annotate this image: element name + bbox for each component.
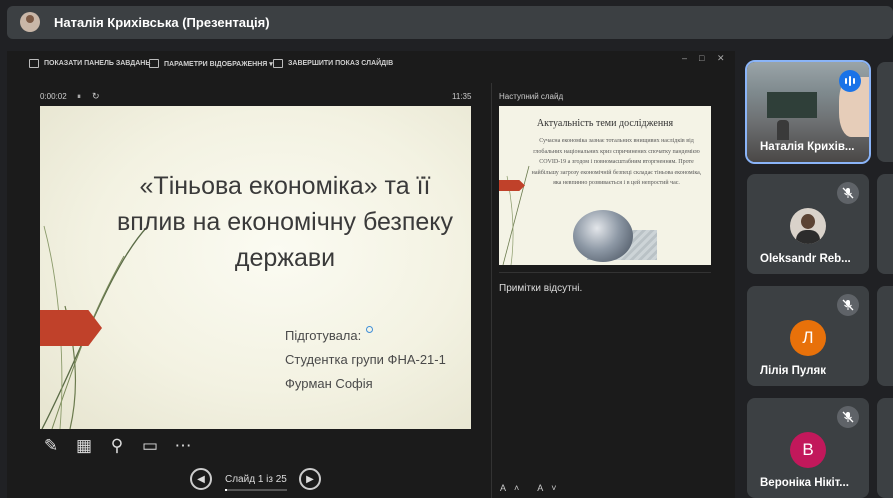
presentation-title: Наталія Крихівська (Презентація) — [54, 15, 270, 30]
slide-subtitle: Підготувала: Студентка групи ФНА-21-1 Фу… — [285, 324, 446, 396]
next-slide-title: Актуальність теми дослідження — [536, 118, 674, 129]
window-maximize-button[interactable]: □ — [699, 53, 704, 63]
presenter-toolbar: ПОКАЗАТИ ПАНЕЛЬ ЗАВДАНЬ ПАРАМЕТРИ ВІДОБР… — [7, 51, 735, 77]
display-icon — [149, 59, 159, 68]
participant-name: Вероніка Нікіт... — [760, 477, 849, 489]
participant-name: Лілія Пуляк — [760, 365, 826, 377]
end-slideshow-button[interactable]: ЗАВЕРШИТИ ПОКАЗ СЛАЙДІВ — [273, 59, 393, 68]
participant-tile-partial[interactable] — [877, 286, 893, 386]
window-close-button[interactable]: ✕ — [717, 53, 725, 64]
end-slideshow-label: ЗАВЕРШИТИ ПОКАЗ СЛАЙДІВ — [288, 60, 394, 67]
elapsed-timer: 0:00:02 — [40, 92, 67, 101]
participant-avatar-photo — [790, 208, 826, 244]
slides-grid-icon[interactable]: ▦ — [73, 435, 95, 457]
mic-off-icon — [837, 406, 859, 428]
display-settings-button[interactable]: ПАРАМЕТРИ ВІДОБРАЖЕННЯ ▾ — [149, 59, 273, 68]
notes-divider — [499, 272, 711, 273]
mic-off-icon — [837, 294, 859, 316]
slide-counter[interactable]: Слайд 1 із 25 — [225, 474, 287, 485]
restart-timer-button[interactable]: ↻ — [92, 91, 100, 102]
video-person — [777, 120, 789, 140]
speaker-notes: Примітки відсутні. — [499, 283, 583, 294]
mic-off-glyph — [842, 299, 854, 311]
current-slide[interactable]: «Тіньова економіка» та її вплив на еконо… — [40, 106, 471, 429]
taskbar-icon — [29, 59, 39, 68]
participant-name: Oleksandr Reb... — [760, 253, 851, 265]
presenter-view: ПОКАЗАТИ ПАНЕЛЬ ЗАВДАНЬ ПАРАМЕТРИ ВІДОБР… — [7, 51, 735, 498]
participant-tile-partial[interactable] — [877, 398, 893, 498]
slide-progress-fill — [225, 489, 228, 491]
participant-tile[interactable]: В Вероніка Нікіт... — [747, 398, 869, 498]
video-board — [767, 92, 817, 118]
participant-avatar: Л — [790, 320, 826, 356]
presenter-tools: ✎ ▦ ⚲ ▭ ⋯ — [40, 435, 194, 457]
slide-sub-line: Студентка групи ФНА-21-1 — [285, 352, 446, 367]
next-slide-label: Наступний слайд — [499, 92, 564, 101]
end-show-icon — [273, 59, 283, 68]
mic-off-glyph — [842, 187, 854, 199]
show-taskbar-button[interactable]: ПОКАЗАТИ ПАНЕЛЬ ЗАВДАНЬ — [29, 59, 150, 68]
participant-tile[interactable]: Наталія Крихів... — [745, 60, 871, 164]
participant-name: Наталія Крихів... — [760, 141, 855, 153]
current-time: 11:35 — [452, 92, 472, 101]
previous-slide-button[interactable]: ◀ — [190, 468, 212, 490]
globe-image — [573, 210, 633, 262]
zoom-icon[interactable]: ⚲ — [106, 435, 128, 457]
pause-timer-button[interactable]: ⏸ — [77, 92, 81, 102]
font-size-buttons[interactable]: A˄ A˅ — [500, 483, 565, 493]
more-icon[interactable]: ⋯ — [172, 435, 194, 457]
pen-icon[interactable]: ✎ — [40, 435, 62, 457]
screen-icon[interactable]: ▭ — [139, 435, 161, 457]
slide-title: «Тіньова економіка» та її вплив на еконо… — [116, 172, 454, 272]
slide-sub-line: Фурман Софія — [285, 376, 373, 391]
next-slide-button[interactable]: ▶ — [299, 468, 321, 490]
pane-divider[interactable] — [491, 83, 492, 498]
window-minimize-button[interactable]: – — [682, 53, 687, 63]
participant-tile-partial[interactable] — [877, 174, 893, 274]
presentation-header: Наталія Крихівська (Презентація) — [7, 6, 893, 39]
participant-avatar: В — [790, 432, 826, 468]
show-taskbar-label: ПОКАЗАТИ ПАНЕЛЬ ЗАВДАНЬ — [44, 60, 151, 67]
speaking-indicator-icon — [839, 70, 861, 92]
next-slide-preview[interactable]: Актуальність теми дослідження Сучасна ек… — [499, 106, 711, 265]
next-slide-body: Сучасна економіка зазнає тотальних внищи… — [531, 138, 702, 187]
mic-off-glyph — [842, 411, 854, 423]
display-settings-label: ПАРАМЕТРИ ВІДОБРАЖЕННЯ ▾ — [164, 60, 273, 68]
slide-sub-line: Підготувала: — [285, 328, 362, 343]
slide-progress-bar — [225, 489, 287, 491]
participant-tile[interactable]: Oleksandr Reb... — [747, 174, 869, 274]
presenter-avatar — [20, 12, 40, 32]
mic-off-icon — [837, 182, 859, 204]
participant-tile-partial[interactable] — [877, 62, 893, 162]
participant-tile[interactable]: Л Лілія Пуляк — [747, 286, 869, 386]
